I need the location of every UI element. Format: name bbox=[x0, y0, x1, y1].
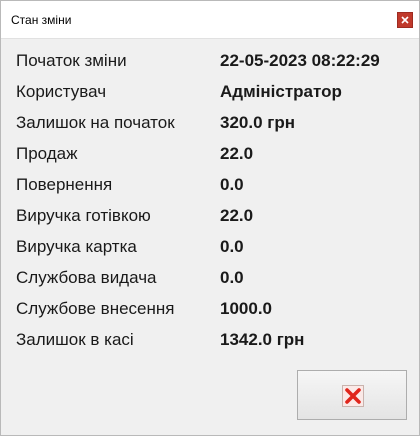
close-icon bbox=[401, 16, 409, 24]
row-value: 0.0 bbox=[220, 175, 244, 194]
close-button[interactable] bbox=[397, 12, 413, 28]
row-user: Користувач Адміністратор bbox=[16, 82, 411, 104]
cancel-button[interactable] bbox=[297, 370, 407, 420]
row-value: 1342.0 грн bbox=[220, 330, 305, 349]
row-cash-in-register: Залишок в касі 1342.0 грн bbox=[16, 330, 411, 352]
row-value: 1000.0 bbox=[220, 299, 272, 318]
row-opening-balance: Залишок на початок 320.0 грн bbox=[16, 113, 411, 135]
row-value: 22-05-2023 08:22:29 bbox=[220, 51, 380, 70]
row-value: 22.0 bbox=[220, 144, 254, 163]
row-shift-start: Початок зміни 22-05-2023 08:22:29 bbox=[16, 51, 411, 73]
shift-status-dialog: Стан зміни Початок зміни 22-05-2023 08:2… bbox=[0, 0, 420, 436]
row-card-revenue: Виручка картка 0.0 bbox=[16, 237, 411, 259]
row-service-withdrawal: Службова видача 0.0 bbox=[16, 268, 411, 290]
row-value: 22.0 bbox=[220, 206, 254, 225]
row-service-deposit: Службове внесення 1000.0 bbox=[16, 299, 411, 321]
row-label: Повернення bbox=[16, 175, 113, 194]
row-value: Адміністратор bbox=[220, 82, 342, 101]
title-bar: Стан зміни bbox=[1, 1, 419, 39]
row-label: Користувач bbox=[16, 82, 107, 101]
row-sales: Продаж 22.0 bbox=[16, 144, 411, 166]
row-label: Залишок в касі bbox=[16, 330, 134, 349]
row-label: Продаж bbox=[16, 144, 78, 163]
row-value: 0.0 bbox=[220, 268, 244, 287]
row-label: Залишок на початок bbox=[16, 113, 175, 132]
cancel-x-icon bbox=[342, 385, 364, 407]
row-value: 320.0 грн bbox=[220, 113, 295, 132]
row-returns: Повернення 0.0 bbox=[16, 175, 411, 197]
row-label: Виручка готівкою bbox=[16, 206, 151, 225]
row-label: Виручка картка bbox=[16, 237, 137, 256]
window-title: Стан зміни bbox=[11, 13, 72, 27]
row-cash-revenue: Виручка готівкою 22.0 bbox=[16, 206, 411, 228]
row-value: 0.0 bbox=[220, 237, 244, 256]
row-label: Службова видача bbox=[16, 268, 157, 287]
row-label: Початок зміни bbox=[16, 51, 127, 70]
row-label: Службове внесення bbox=[16, 299, 175, 318]
